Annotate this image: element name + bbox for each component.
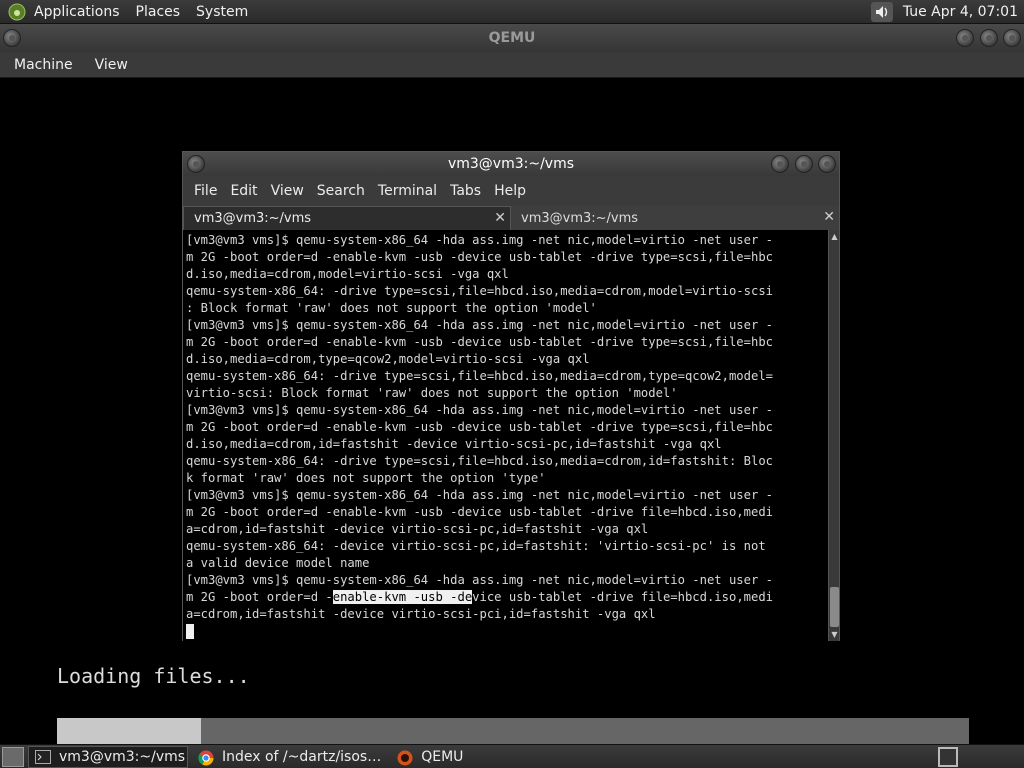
terminal-icon <box>35 749 51 764</box>
window-menu-button[interactable] <box>3 29 21 47</box>
view-menu[interactable]: View <box>91 57 132 73</box>
terminal-line: qemu-system-x86_64: -device virtio-scsi-… <box>186 539 766 553</box>
taskbar-item-label: QEMU <box>421 748 464 765</box>
close-button[interactable] <box>1003 29 1021 47</box>
loading-progress-bar <box>57 718 969 744</box>
terminal-output[interactable]: [vm3@vm3 vms]$ qemu-system-x86_64 -hda a… <box>183 230 829 641</box>
progress-fill <box>57 718 202 744</box>
terminal-close-button[interactable] <box>818 155 836 173</box>
terminal-line: m 2G -boot order=d -enable-kvm -usb -dev… <box>186 250 773 264</box>
tabs-menu[interactable]: Tabs <box>450 183 481 199</box>
tab-label: vm3@vm3:~/vms <box>521 210 639 226</box>
terminal-scrollbar[interactable]: ▲ ▼ <box>828 230 839 641</box>
terminal-title: vm3@vm3:~/vms <box>447 156 575 172</box>
terminal-line: virtio-scsi: Block format 'raw' does not… <box>186 386 678 400</box>
clock[interactable]: Tue Apr 4, 07:01 <box>903 4 1018 20</box>
terminal-window: vm3@vm3:~/vms File Edit View Search Term… <box>182 151 840 641</box>
terminal-line-selected: m 2G -boot order=d -enable-kvm -usb -dev… <box>186 590 774 604</box>
terminal-tabs: vm3@vm3:~/vms ✕ vm3@vm3:~/vms ✕ <box>183 206 839 230</box>
terminal-line: a valid device model name <box>186 556 370 570</box>
terminal-line: : Block format 'raw' does not support th… <box>186 301 597 315</box>
terminal-maximize-button[interactable] <box>795 155 813 173</box>
tab-1[interactable]: vm3@vm3:~/vms ✕ <box>183 206 511 230</box>
scroll-down-icon[interactable]: ▼ <box>830 630 839 639</box>
top-panel: Applications Places System Tue Apr 4, 07… <box>0 0 1024 24</box>
terminal-line: [vm3@vm3 vms]$ qemu-system-x86_64 -hda a… <box>186 488 773 502</box>
close-icon[interactable]: ✕ <box>494 210 506 226</box>
terminal-line: m 2G -boot order=d -enable-kvm -usb -dev… <box>186 420 773 434</box>
taskbar-item-terminal[interactable]: vm3@vm3:~/vms <box>28 745 188 768</box>
terminal-menubar: File Edit View Search Terminal Tabs Help <box>183 176 839 206</box>
taskbar-item-browser[interactable]: Index of /~dartz/isos… <box>192 746 387 768</box>
trash-icon[interactable] <box>938 747 958 767</box>
terminal-line: [vm3@vm3 vms]$ qemu-system-x86_64 -hda a… <box>186 573 773 587</box>
maximize-button[interactable] <box>980 29 998 47</box>
loading-text: Loading files... <box>57 664 250 688</box>
edit-menu[interactable]: Edit <box>230 183 257 199</box>
places-menu[interactable]: Places <box>136 4 181 20</box>
taskbar-item-label: vm3@vm3:~/vms <box>59 748 186 765</box>
qemu-icon <box>397 750 413 765</box>
close-icon[interactable]: ✕ <box>823 209 835 225</box>
qemu-window-title: QEMU <box>488 30 536 46</box>
terminal-line: m 2G -boot order=d -enable-kvm -usb -dev… <box>186 505 773 519</box>
scroll-up-icon[interactable]: ▲ <box>830 232 839 241</box>
minimize-button[interactable] <box>956 29 974 47</box>
chrome-icon <box>198 750 214 765</box>
terminal-line: [vm3@vm3 vms]$ qemu-system-x86_64 -hda a… <box>186 233 773 247</box>
gnome-foot-icon[interactable] <box>6 1 28 23</box>
taskbar-item-qemu[interactable]: QEMU <box>391 746 469 768</box>
tab-2[interactable]: vm3@vm3:~/vms ✕ <box>511 206 839 230</box>
terminal-line: m 2G -boot order=d -enable-kvm -usb -dev… <box>186 335 773 349</box>
applications-menu[interactable]: Applications <box>34 4 120 20</box>
terminal-minimize-button[interactable] <box>771 155 789 173</box>
terminal-line: qemu-system-x86_64: -drive type=scsi,fil… <box>186 454 773 468</box>
terminal-line: [vm3@vm3 vms]$ qemu-system-x86_64 -hda a… <box>186 318 773 332</box>
tab-label: vm3@vm3:~/vms <box>194 211 312 226</box>
terminal-prompt-line <box>186 623 826 640</box>
text-cursor <box>186 624 194 639</box>
terminal-window-menu-button[interactable] <box>187 155 205 173</box>
terminal-line: [vm3@vm3 vms]$ qemu-system-x86_64 -hda a… <box>186 403 773 417</box>
taskbar-item-label: Index of /~dartz/isos… <box>222 748 382 765</box>
qemu-menubar: Machine View <box>0 52 1024 78</box>
file-menu[interactable]: File <box>194 183 217 199</box>
show-desktop-icon[interactable] <box>2 746 24 767</box>
help-menu[interactable]: Help <box>494 183 526 199</box>
volume-icon[interactable] <box>870 2 893 22</box>
machine-menu[interactable]: Machine <box>10 57 77 73</box>
system-menu[interactable]: System <box>196 4 248 20</box>
terminal-line: d.iso,media=cdrom,type=qcow2,model=virti… <box>186 352 590 366</box>
terminal-line: d.iso,media=cdrom,id=fastshit -device vi… <box>186 437 722 451</box>
terminal-line: d.iso,media=cdrom,model=virtio-scsi -vga… <box>186 267 509 281</box>
view-menu[interactable]: View <box>271 183 304 199</box>
terminal-line: a=cdrom,id=fastshit -device virtio-scsi-… <box>186 607 656 621</box>
terminal-titlebar[interactable]: vm3@vm3:~/vms <box>183 152 839 176</box>
terminal-line: a=cdrom,id=fastshit -device virtio-scsi-… <box>186 522 649 536</box>
terminal-menu[interactable]: Terminal <box>378 183 437 199</box>
terminal-line: qemu-system-x86_64: -drive type=scsi,fil… <box>186 284 773 298</box>
scroll-thumb[interactable] <box>830 587 839 627</box>
terminal-line: qemu-system-x86_64: -drive type=scsi,fil… <box>186 369 773 383</box>
text-selection: enable-kvm -usb -de <box>332 590 473 604</box>
bottom-panel: vm3@vm3:~/vms Index of /~dartz/isos… QEM… <box>0 744 1024 768</box>
qemu-titlebar[interactable]: QEMU <box>0 24 1024 52</box>
terminal-line: k format 'raw' does not support the opti… <box>186 471 546 485</box>
search-menu[interactable]: Search <box>317 183 365 199</box>
